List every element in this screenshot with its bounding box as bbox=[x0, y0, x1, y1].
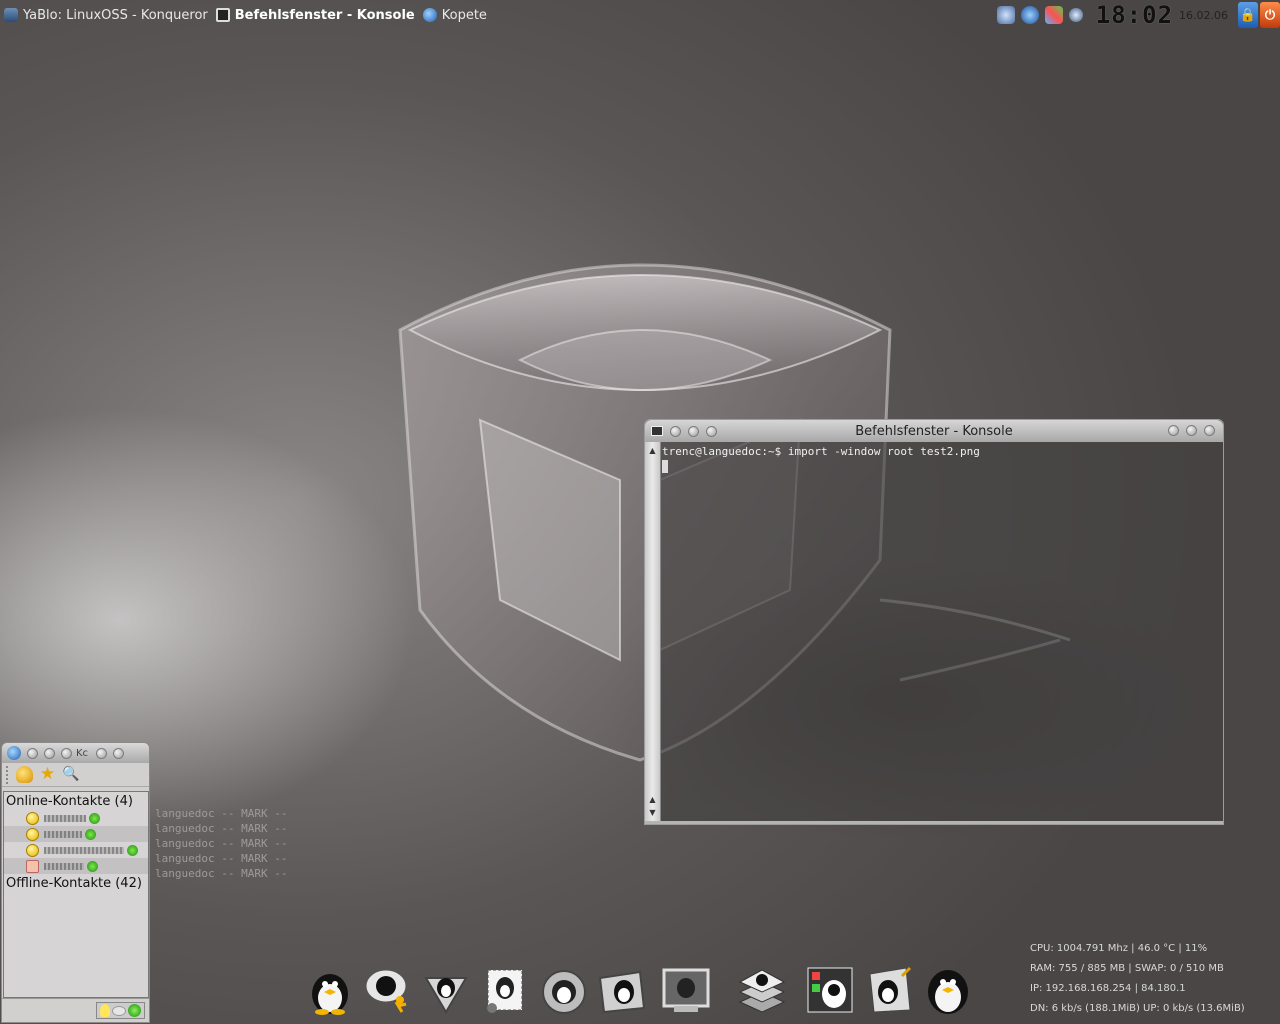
online-status-icon bbox=[85, 828, 96, 840]
menu-button[interactable] bbox=[688, 425, 699, 437]
blurred-name bbox=[44, 830, 82, 838]
window-title: Kc bbox=[76, 747, 89, 759]
kopete-icon[interactable] bbox=[7, 746, 21, 760]
kopete-toolbar: ★ 🔍 bbox=[2, 763, 149, 787]
add-contact-icon[interactable] bbox=[16, 766, 33, 783]
konsole-window: Befehlsfenster - Konsole ▲ ▲ ▼ trenc@lan… bbox=[644, 419, 1224, 825]
penguin-folder-icon[interactable] bbox=[596, 964, 648, 1016]
help-button[interactable] bbox=[706, 425, 717, 437]
terminal-icon bbox=[215, 8, 230, 22]
task-konqueror[interactable]: YaBlo: LinuxOSS - Konqueror bbox=[0, 0, 212, 30]
penguin-monitor-icon[interactable] bbox=[660, 964, 712, 1016]
prompt-line: trenc@languedoc:~$ import -window root t… bbox=[662, 445, 980, 458]
task-kopete[interactable]: Kopete bbox=[419, 0, 491, 30]
smiley-icon bbox=[26, 827, 39, 841]
scroll-up-icon[interactable]: ▲ bbox=[647, 794, 658, 805]
contact-row[interactable] bbox=[4, 842, 148, 858]
offline-icon[interactable] bbox=[112, 1005, 126, 1016]
toolbar-grip[interactable] bbox=[6, 765, 10, 784]
mark-line: languedoc -- MARK -- bbox=[155, 837, 288, 850]
task-label: YaBlo: LinuxOSS - Konqueror bbox=[23, 7, 208, 23]
close-button[interactable] bbox=[1204, 425, 1215, 436]
logout-button[interactable]: ⏻ bbox=[1260, 2, 1280, 28]
smiley-icon bbox=[26, 843, 39, 857]
contact-list: Online-Kontakte (4) Offline-Kontakte (42… bbox=[3, 791, 149, 998]
group-online[interactable]: Online-Kontakte (4) bbox=[4, 792, 148, 810]
application-dock bbox=[300, 960, 980, 1020]
mark-line: languedoc -- MARK -- bbox=[155, 822, 288, 835]
scroll-down-icon[interactable]: ▼ bbox=[647, 807, 658, 818]
penguin-ball-icon[interactable] bbox=[922, 964, 974, 1016]
penguin-stack-icon[interactable] bbox=[736, 964, 788, 1016]
mail-stamp-icon[interactable] bbox=[480, 964, 532, 1016]
chat-runner-icon[interactable] bbox=[362, 964, 414, 1016]
away-icon bbox=[26, 859, 39, 873]
konqueror-icon bbox=[4, 8, 18, 22]
lock-icon: 🔒 bbox=[1239, 7, 1257, 23]
task-label: Befehlsfenster - Konsole bbox=[234, 7, 415, 23]
group-offline[interactable]: Offline-Kontakte (42) bbox=[4, 874, 148, 892]
settings-icon[interactable] bbox=[996, 6, 1015, 24]
kopete-titlebar[interactable]: Kc bbox=[2, 743, 149, 763]
status-box[interactable] bbox=[96, 1002, 145, 1019]
terminal-icon[interactable] bbox=[651, 426, 663, 436]
task-konsole[interactable]: Befehlsfenster - Konsole bbox=[212, 0, 419, 30]
net-info: DN: 6 kb/s (188.1MiB) UP: 0 kb/s (13.6Mi… bbox=[1030, 1003, 1245, 1014]
kopete-icon bbox=[422, 8, 437, 22]
mark-line: languedoc -- MARK -- bbox=[155, 867, 288, 880]
sticky-button[interactable] bbox=[27, 747, 38, 759]
blurred-name bbox=[44, 846, 124, 854]
system-monitor: CPU: 1004.791 Mhz | 46.0 °C | 11% RAM: 7… bbox=[1030, 942, 1245, 1022]
syslog-marks: languedoc -- MARK -- languedoc -- MARK -… bbox=[155, 806, 287, 881]
system-tray: 18:02 16.02.06 🔒 ⏻ bbox=[994, 0, 1280, 30]
kopete-window: Kc ★ 🔍 Online-Kontakte (4) Offline-Konta… bbox=[1, 742, 150, 1023]
search-icon[interactable]: 🔍 bbox=[62, 766, 79, 783]
help-button[interactable] bbox=[61, 747, 72, 759]
window-bottom-border[interactable] bbox=[645, 821, 1223, 824]
blurred-name bbox=[44, 814, 86, 822]
contact-row[interactable] bbox=[4, 826, 148, 842]
ram-info: RAM: 755 / 885 MB | SWAP: 0 / 510 MB bbox=[1030, 963, 1224, 974]
smiley-icon bbox=[26, 811, 39, 825]
sticky-button[interactable] bbox=[670, 425, 681, 437]
online-status-icon bbox=[89, 812, 100, 824]
terminal-output[interactable]: trenc@languedoc:~$ import -window root t… bbox=[661, 442, 1223, 821]
kopete-statusbar bbox=[2, 998, 149, 1022]
minimize-button[interactable] bbox=[96, 747, 107, 759]
star-icon[interactable]: ★ bbox=[39, 766, 56, 783]
ip-info: IP: 192.168.168.254 | 84.180.1 bbox=[1030, 983, 1186, 994]
cpu-info: CPU: 1004.791 Mhz | 46.0 °C | 11% bbox=[1030, 943, 1208, 954]
penguin-writer-icon[interactable] bbox=[864, 964, 916, 1016]
window-title: Befehlsfenster - Konsole bbox=[855, 423, 1013, 439]
konsole-titlebar[interactable]: Befehlsfenster - Konsole bbox=[645, 420, 1223, 442]
task-label: Kopete bbox=[441, 7, 487, 23]
menu-button[interactable] bbox=[44, 747, 55, 759]
color-picker-icon[interactable] bbox=[1044, 6, 1063, 24]
terminal-scrollbar[interactable]: ▲ ▲ ▼ bbox=[645, 442, 661, 821]
clock[interactable]: 18:02 bbox=[1096, 1, 1173, 29]
network-globe-icon[interactable] bbox=[1020, 6, 1039, 24]
close-button[interactable] bbox=[113, 747, 124, 759]
blurred-name bbox=[44, 862, 84, 870]
mark-line: languedoc -- MARK -- bbox=[155, 852, 288, 865]
penguin-icon[interactable] bbox=[304, 964, 356, 1016]
scroll-up-icon[interactable]: ▲ bbox=[647, 445, 658, 456]
contact-row[interactable] bbox=[4, 810, 148, 826]
volume-icon[interactable] bbox=[1068, 8, 1083, 22]
power-icon: ⏻ bbox=[1264, 7, 1276, 23]
bulb-icon[interactable] bbox=[100, 1004, 110, 1017]
maximize-button[interactable] bbox=[1186, 425, 1197, 436]
terminal-cursor bbox=[662, 459, 668, 473]
online-status-icon bbox=[127, 844, 138, 856]
lock-screen-button[interactable]: 🔒 bbox=[1238, 2, 1258, 28]
online-status-icon bbox=[87, 860, 98, 872]
penguin-cd-icon[interactable] bbox=[538, 964, 590, 1016]
penguin-control-panel-icon[interactable] bbox=[804, 964, 856, 1016]
icq-flower-icon[interactable] bbox=[128, 1004, 141, 1017]
contact-row[interactable] bbox=[4, 858, 148, 874]
download-penguin-icon[interactable] bbox=[420, 964, 472, 1016]
date: 16.02.06 bbox=[1179, 8, 1228, 22]
mark-line: languedoc -- MARK -- bbox=[155, 807, 288, 820]
minimize-button[interactable] bbox=[1168, 425, 1179, 436]
